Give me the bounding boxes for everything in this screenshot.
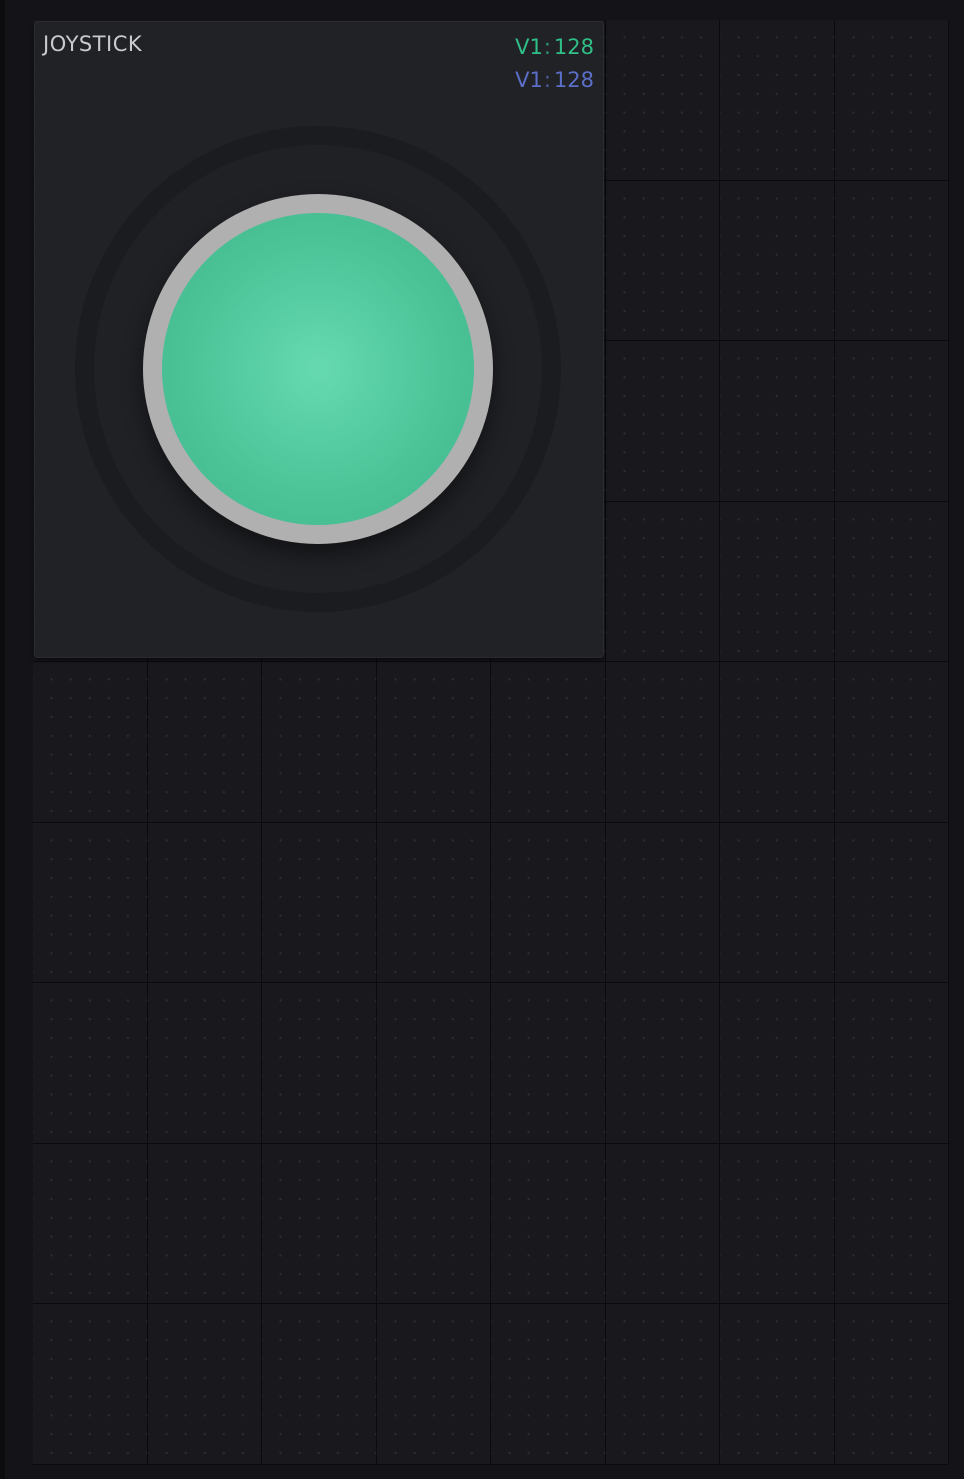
joystick-widget[interactable]: JOYSTICK V1: 128 V1: 128 [34, 21, 604, 658]
grid-cell[interactable] [605, 20, 720, 181]
x-axis-readout: V1: 128 [515, 35, 594, 59]
grid-cell[interactable] [376, 1304, 491, 1465]
x-axis-value: 128 [553, 35, 594, 59]
grid-cell[interactable] [376, 1143, 491, 1304]
joystick-pad[interactable] [75, 126, 561, 612]
grid-cell[interactable] [376, 822, 491, 983]
joystick-pad-inner [94, 145, 542, 593]
grid-cell[interactable] [834, 1304, 949, 1465]
grid-cell[interactable] [720, 341, 835, 502]
grid-cell[interactable] [834, 501, 949, 662]
grid-cell[interactable] [262, 983, 377, 1144]
grid-cell[interactable] [834, 20, 949, 181]
grid-cell[interactable] [33, 1143, 148, 1304]
grid-cell[interactable] [834, 1143, 949, 1304]
grid-cell[interactable] [491, 983, 606, 1144]
joystick-knob[interactable] [162, 213, 474, 525]
grid-cell[interactable] [605, 662, 720, 823]
left-edge [0, 0, 5, 1479]
grid-cell[interactable] [33, 1304, 148, 1465]
grid-cell[interactable] [605, 1143, 720, 1304]
grid-cell[interactable] [376, 983, 491, 1144]
grid-cell[interactable] [834, 341, 949, 502]
grid-cell[interactable] [834, 983, 949, 1144]
grid-cell[interactable] [262, 822, 377, 983]
grid-cell[interactable] [605, 822, 720, 983]
grid-cell[interactable] [720, 180, 835, 341]
grid-cell[interactable] [491, 822, 606, 983]
grid-cell[interactable] [834, 662, 949, 823]
grid-cell[interactable] [605, 1304, 720, 1465]
grid-cell[interactable] [147, 983, 262, 1144]
grid-cell[interactable] [33, 822, 148, 983]
grid-cell[interactable] [720, 501, 835, 662]
grid-cell[interactable] [720, 662, 835, 823]
grid-cell[interactable] [491, 662, 606, 823]
grid-cell[interactable] [147, 1304, 262, 1465]
grid-cell[interactable] [491, 1304, 606, 1465]
y-axis-separator: : [543, 68, 551, 92]
grid-cell[interactable] [33, 662, 148, 823]
grid-cell[interactable] [720, 1143, 835, 1304]
grid-cell[interactable] [33, 983, 148, 1144]
grid-cell[interactable] [147, 1143, 262, 1304]
grid-cell[interactable] [605, 501, 720, 662]
grid-cell[interactable] [605, 180, 720, 341]
grid-cell[interactable] [376, 662, 491, 823]
grid-cell[interactable] [720, 20, 835, 181]
grid-cell[interactable] [834, 822, 949, 983]
grid-cell[interactable] [720, 1304, 835, 1465]
y-axis-value: 128 [553, 68, 594, 92]
x-axis-separator: : [543, 35, 551, 59]
grid-cell[interactable] [834, 180, 949, 341]
grid-cell[interactable] [147, 822, 262, 983]
grid-cell[interactable] [491, 1143, 606, 1304]
grid-cell[interactable] [720, 983, 835, 1144]
y-axis-readout: V1: 128 [515, 68, 594, 92]
grid-cell[interactable] [262, 1143, 377, 1304]
joystick-knob-ring[interactable] [143, 194, 493, 544]
x-axis-pin: V1 [515, 35, 543, 59]
grid-cell[interactable] [147, 662, 262, 823]
widget-title: JOYSTICK [43, 32, 143, 56]
grid-cell[interactable] [262, 662, 377, 823]
grid-cell[interactable] [262, 1304, 377, 1465]
grid-cell[interactable] [720, 822, 835, 983]
grid-cell[interactable] [605, 983, 720, 1144]
y-axis-pin: V1 [515, 68, 543, 92]
grid-cell[interactable] [605, 341, 720, 502]
